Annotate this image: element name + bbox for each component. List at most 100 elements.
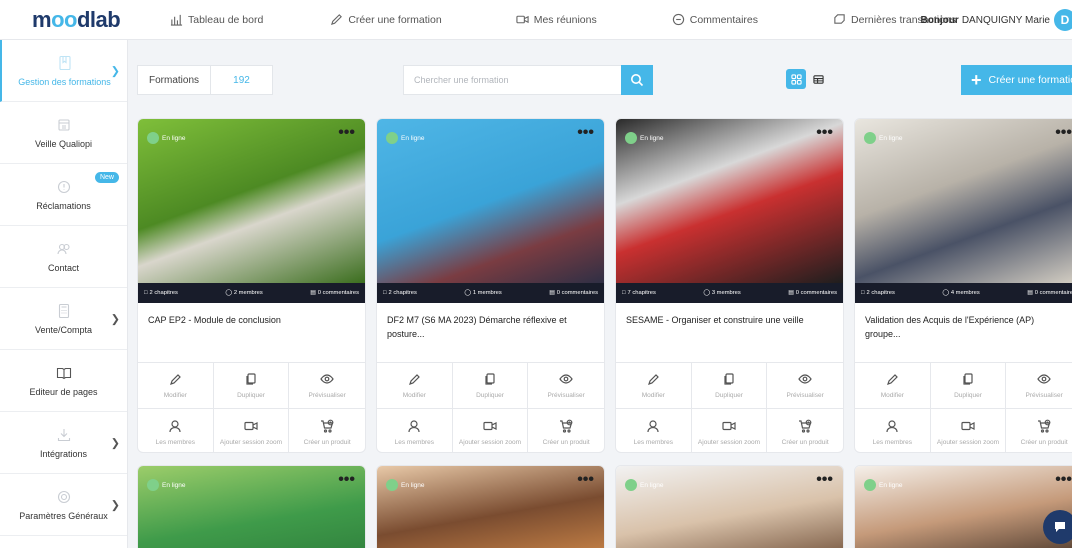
more-options-icon[interactable]: •••	[338, 472, 355, 488]
more-options-icon[interactable]: •••	[577, 472, 594, 488]
card-stats: □ 2 chapitres ◯ 1 membres ▤ 0 commentaires	[377, 283, 604, 303]
members-count: ◯ 2 membres	[225, 290, 263, 296]
product-action[interactable]: Créer un produit	[767, 409, 843, 452]
create-training-button[interactable]: + Créer une formation	[961, 65, 1072, 95]
card-title[interactable]: DF2 M7 (S6 MA 2023) Démarche réflexive e…	[387, 314, 592, 344]
zoom-action[interactable]: Ajouter session zoom	[453, 409, 529, 452]
card-title[interactable]: SESAME - Organiser et construire une vei…	[626, 314, 831, 344]
user-icon	[886, 419, 898, 432]
edit-action[interactable]: Modifier	[377, 363, 453, 409]
edit-action[interactable]: Modifier	[616, 363, 692, 409]
chat-button[interactable]	[1043, 510, 1072, 544]
product-action[interactable]: Créer un produit	[1006, 409, 1072, 452]
more-options-icon[interactable]: •••	[1055, 125, 1072, 141]
chevron-right-icon: ❯	[110, 499, 120, 511]
user-greeting[interactable]: Bonjour DANQUIGNY Marie D	[921, 0, 1072, 40]
nav-comments[interactable]: Commentaires	[672, 13, 758, 26]
settings-icon	[56, 489, 72, 505]
video-icon	[961, 421, 975, 430]
more-options-icon[interactable]: •••	[577, 125, 594, 141]
comment-icon	[672, 13, 684, 26]
product-action[interactable]: Créer un produit	[528, 409, 604, 452]
nav-create-training[interactable]: Créer une formation	[330, 13, 442, 26]
search-input[interactable]	[403, 65, 621, 95]
status-badge: En ligne	[147, 132, 186, 144]
sidebar-item-page-editor[interactable]: Editeur de pages	[0, 350, 127, 412]
status-badge: En ligne	[386, 479, 425, 491]
preview-action[interactable]: Prévisualiser	[767, 363, 843, 409]
pencil-icon	[409, 374, 421, 385]
members-count: ◯ 3 membres	[703, 290, 741, 296]
more-options-icon[interactable]: •••	[338, 125, 355, 141]
training-card[interactable]: En ligne ••• □ 2 chapitres ◯ 2 membres ▤ 0 c…	[137, 118, 366, 453]
book-icon	[57, 55, 73, 71]
members-action[interactable]: Les membres	[138, 409, 214, 452]
list-view-button[interactable]	[808, 69, 828, 89]
training-card[interactable]: En ligne •••	[854, 465, 1072, 548]
duplicate-action[interactable]: Dupliquer	[930, 363, 1007, 409]
user-icon	[408, 419, 420, 432]
sidebar-item-complaints[interactable]: New Réclamations	[0, 164, 127, 226]
status-badge: En ligne	[625, 132, 664, 144]
sidebar-item-qualiopi[interactable]: Veille Qualiopi	[0, 102, 127, 164]
online-dot-icon	[386, 479, 398, 491]
training-card[interactable]: En ligne ••• □ 7 chapitres ◯ 3 membres ▤ 0 c…	[615, 118, 844, 453]
members-action[interactable]: Les membres	[377, 409, 453, 452]
chapters-count: □ 7 chapitres	[622, 290, 656, 296]
preview-action[interactable]: Prévisualiser	[528, 363, 604, 409]
eye-icon	[798, 374, 812, 384]
more-options-icon[interactable]: •••	[1055, 472, 1072, 488]
card-actions: Modifier Dupliquer Prévisualiser Les membre…	[855, 362, 1072, 452]
training-card[interactable]: En ligne •••	[376, 465, 605, 548]
edit-action[interactable]: Modifier	[138, 363, 214, 409]
duplicate-action[interactable]: Dupliquer	[452, 363, 529, 409]
duplicate-action[interactable]: Dupliquer	[691, 363, 768, 409]
status-badge: En ligne	[147, 479, 186, 491]
more-options-icon[interactable]: •••	[816, 125, 833, 141]
open-book-icon	[56, 365, 72, 381]
card-title[interactable]: Validation des Acquis de l'Expérience (A…	[865, 314, 1070, 344]
sidebar-item-trainings[interactable]: Gestion des formations ❯	[0, 40, 127, 102]
nav-meetings[interactable]: Mes réunions	[516, 13, 597, 26]
more-options-icon[interactable]: •••	[816, 472, 833, 488]
grid-view-button[interactable]	[786, 69, 806, 89]
product-action[interactable]: Créer un produit	[289, 409, 365, 452]
video-icon	[483, 421, 497, 430]
cart-add-icon	[560, 419, 573, 433]
sidebar-item-settings[interactable]: Paramètres Généraux ❯	[0, 474, 127, 536]
sidebar-item-contact[interactable]: Contact	[0, 226, 127, 288]
zoom-action[interactable]: Ajouter session zoom	[692, 409, 768, 452]
status-badge: En ligne	[864, 479, 903, 491]
members-count: ◯ 4 membres	[942, 290, 980, 296]
chevron-right-icon: ❯	[110, 65, 120, 77]
training-card[interactable]: En ligne ••• □ 2 chapitres ◯ 1 membres ▤ 0 c…	[376, 118, 605, 453]
zoom-action[interactable]: Ajouter session zoom	[214, 409, 290, 452]
training-card[interactable]: En ligne •••	[137, 465, 366, 548]
moodlab-logo[interactable]: moodlab	[0, 7, 130, 33]
preview-action[interactable]: Prévisualiser	[289, 363, 365, 409]
transaction-icon	[834, 14, 845, 24]
training-card[interactable]: En ligne •••	[615, 465, 844, 548]
calendar-icon	[56, 117, 72, 133]
eye-icon	[1037, 374, 1051, 384]
video-icon	[244, 421, 258, 430]
training-card[interactable]: En ligne ••• □ 2 chapitres ◯ 4 membres ▤ 0 c…	[854, 118, 1072, 453]
avatar[interactable]: D	[1054, 9, 1072, 31]
sidebar-item-integrations[interactable]: Intégrations ❯	[0, 412, 127, 474]
edit-action[interactable]: Modifier	[855, 363, 931, 409]
preview-action[interactable]: Prévisualiser	[1006, 363, 1072, 409]
members-action[interactable]: Les membres	[616, 409, 692, 452]
duplicate-action[interactable]: Dupliquer	[213, 363, 290, 409]
nav-dashboard[interactable]: Tableau de bord	[170, 13, 263, 26]
members-action[interactable]: Les membres	[855, 409, 931, 452]
online-dot-icon	[147, 132, 159, 144]
search-button[interactable]	[621, 65, 653, 95]
cart-add-icon	[1038, 419, 1051, 433]
download-icon	[56, 427, 72, 443]
top-bar: moodlab Tableau de bord Créer une format…	[0, 0, 1072, 40]
zoom-action[interactable]: Ajouter session zoom	[931, 409, 1007, 452]
card-title[interactable]: CAP EP2 - Module de conclusion	[148, 314, 353, 344]
chart-icon	[170, 14, 183, 26]
status-badge: En ligne	[625, 479, 664, 491]
sidebar-item-sales[interactable]: Vente/Compta ❯	[0, 288, 127, 350]
